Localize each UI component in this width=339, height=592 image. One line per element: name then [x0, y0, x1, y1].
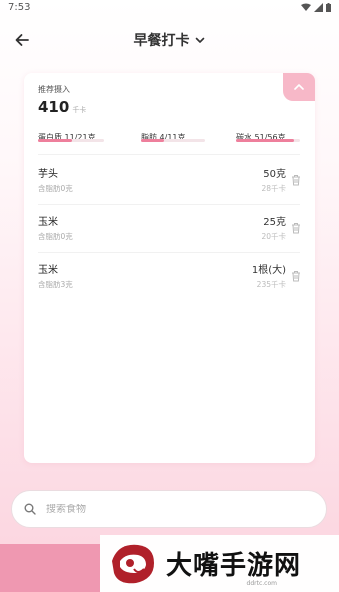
status-icons [301, 2, 331, 12]
delete-button[interactable] [290, 221, 302, 235]
chevron-down-icon [195, 37, 204, 43]
macro-protein-bar [38, 139, 104, 142]
watermark-text: 大嘴手游网 [166, 551, 302, 581]
status-bar: 7:53 [0, 0, 339, 14]
collapse-button[interactable] [283, 73, 315, 101]
search-bar[interactable] [11, 490, 327, 528]
meal-card: 推荐摄入 410 千卡 蛋白质 11/21克 脂肪 4/11克 碳水 51/56… [24, 73, 315, 463]
trash-icon [292, 175, 300, 186]
macro-fat-bar [141, 139, 205, 142]
food-item[interactable]: 玉米 含脂肪3克 1根(大) 235千卡 [38, 261, 302, 301]
search-input[interactable] [46, 503, 286, 515]
macro-protein: 蛋白质 11/21克 [38, 125, 110, 144]
food-calories: 235千卡 [256, 280, 286, 289]
food-fat: 含脂肪0克 [38, 184, 73, 193]
macro-fat-fill [141, 139, 165, 142]
bottom-action-strip[interactable] [0, 544, 100, 592]
watermark: 大嘴手游网 ddrtc.com [100, 535, 339, 592]
food-calories: 20千卡 [261, 232, 286, 241]
recommended-intake-unit: 千卡 [72, 106, 87, 114]
divider [38, 252, 300, 253]
food-quantity: 1根(大) [251, 265, 286, 276]
macro-protein-fill [38, 139, 73, 142]
top-bar: 早餐打卡 [0, 24, 339, 56]
food-calories: 28千卡 [261, 184, 286, 193]
meal-selector[interactable]: 早餐打卡 [134, 30, 206, 50]
food-name: 芋头 [38, 169, 58, 180]
wifi-icon [301, 3, 311, 11]
food-item[interactable]: 玉米 含脂肪0克 25克 20千卡 [38, 213, 302, 253]
page-title: 早餐打卡 [133, 33, 190, 49]
divider [38, 204, 300, 205]
food-name: 玉米 [38, 217, 58, 228]
macro-carbs-bar [236, 139, 300, 142]
battery-icon [326, 2, 331, 12]
food-fat: 含脂肪0克 [38, 232, 73, 241]
food-quantity: 25克 [263, 217, 286, 228]
signal-icon [314, 2, 323, 12]
macro-fat: 脂肪 4/11克 [141, 125, 211, 144]
trash-icon [292, 271, 300, 282]
watermark-logo-icon [112, 544, 154, 583]
recommended-intake: 410 千卡 [38, 98, 86, 116]
recommended-intake-value: 410 [38, 98, 70, 116]
food-name: 玉米 [38, 265, 58, 276]
watermark-url: ddrtc.com [246, 580, 277, 587]
chevron-up-icon [294, 84, 304, 90]
macro-carbs-fill [236, 139, 295, 142]
food-quantity: 50克 [263, 169, 286, 180]
divider [38, 154, 300, 155]
recommended-intake-label: 推荐摄入 [38, 85, 70, 94]
macro-progress: 蛋白质 11/21克 脂肪 4/11克 碳水 51/56克 [38, 125, 302, 151]
trash-icon [292, 223, 300, 234]
back-button[interactable] [10, 28, 34, 52]
macro-carbs: 碳水 51/56克 [236, 125, 302, 144]
arrow-left-icon [15, 34, 29, 46]
food-item[interactable]: 芋头 含脂肪0克 50克 28千卡 [38, 165, 302, 205]
search-icon [24, 503, 36, 515]
status-time: 7:53 [8, 1, 31, 13]
delete-button[interactable] [290, 269, 302, 283]
delete-button[interactable] [290, 173, 302, 187]
food-fat: 含脂肪3克 [38, 280, 73, 289]
